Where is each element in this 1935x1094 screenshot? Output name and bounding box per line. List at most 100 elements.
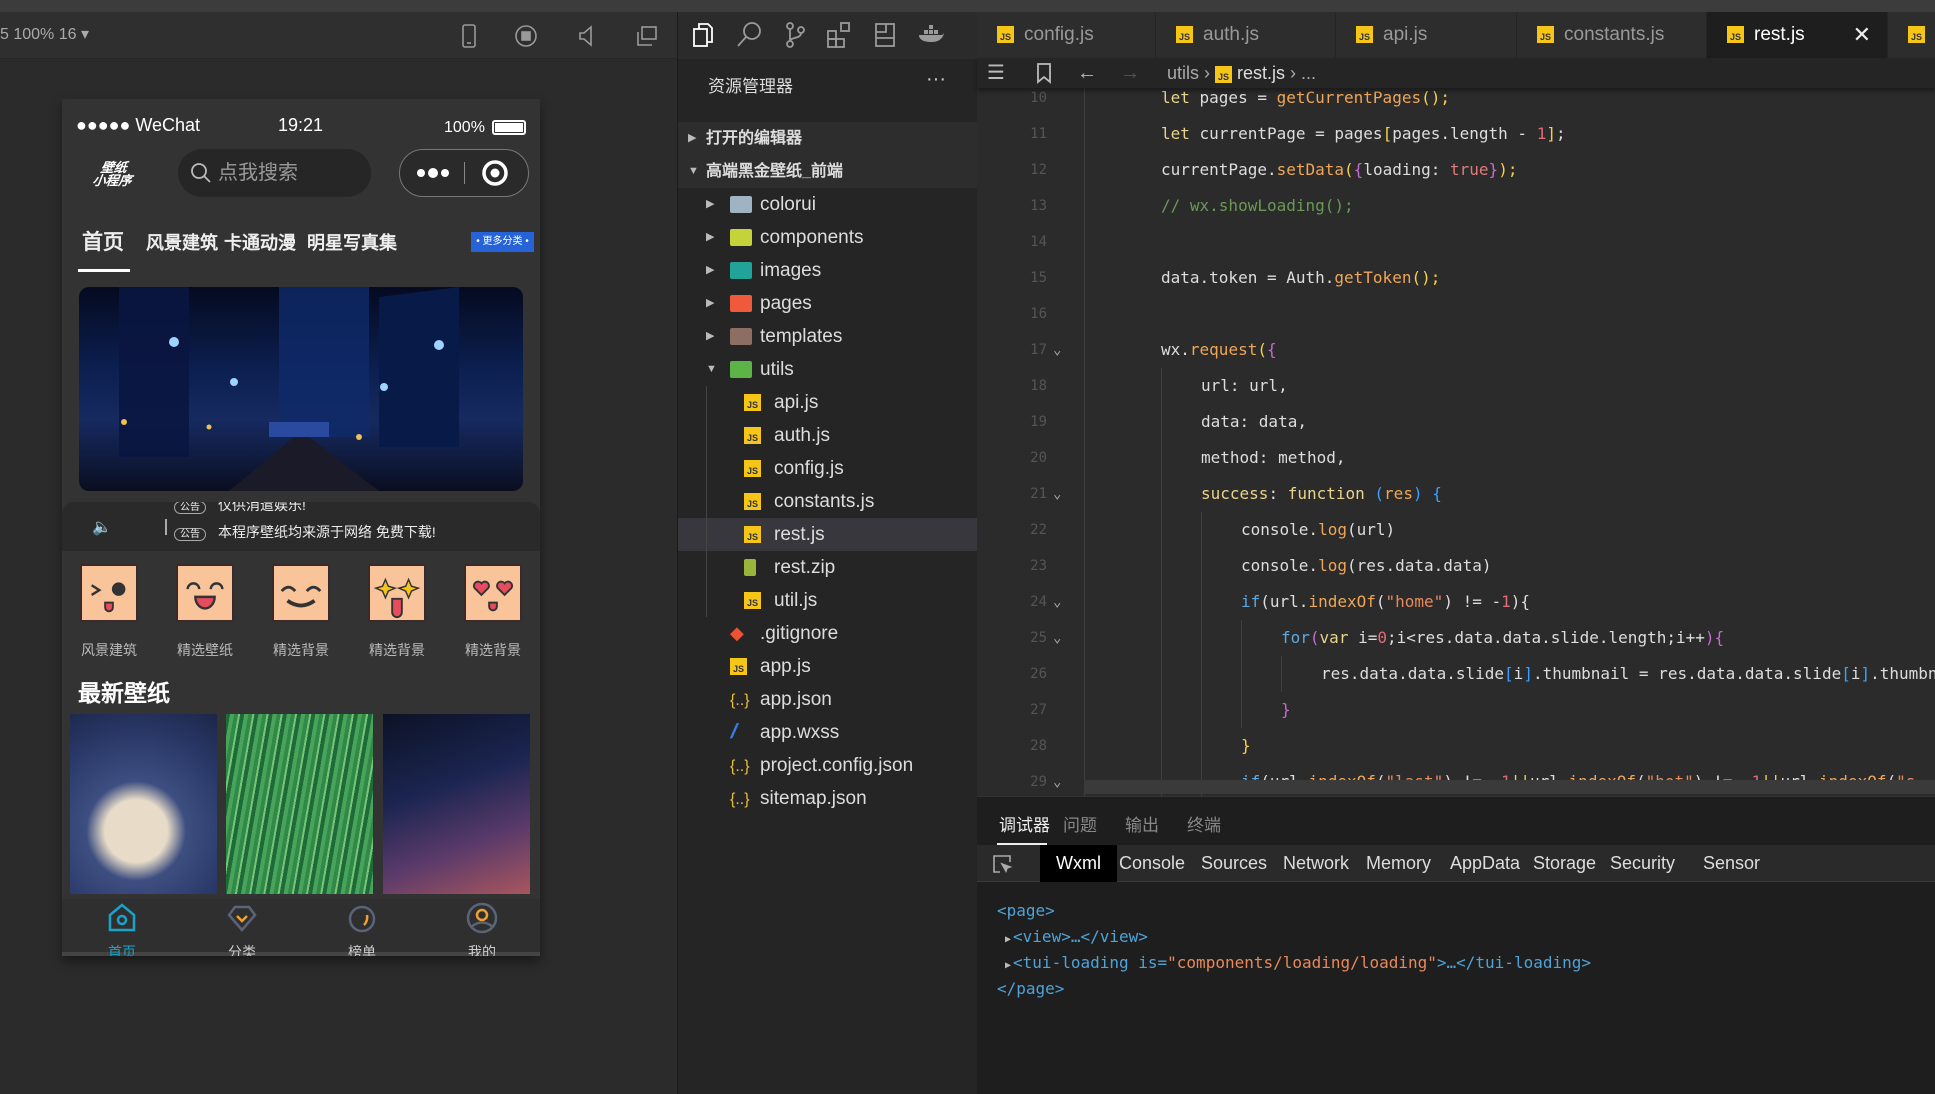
file-item[interactable]: {..} app.json: [678, 683, 978, 716]
file-item[interactable]: Ⳇapp.wxss: [678, 716, 978, 749]
breadcrumb-item[interactable]: utils: [1167, 63, 1199, 83]
folder-item[interactable]: ▼ utils: [678, 353, 978, 386]
code-editor[interactable]: 10 let pages = getCurrentPages(); 11 let cu…: [977, 88, 1935, 796]
editor-tabs: JS config.js JS auth.js JS api.js JS constants.…: [977, 12, 1935, 58]
devtools-tab[interactable]: Security: [1594, 845, 1691, 882]
wallpaper-thumb[interactable]: [70, 714, 217, 894]
docker-icon[interactable]: [916, 20, 946, 50]
fold-chevron-icon[interactable]: ⌄: [1053, 332, 1061, 368]
fold-chevron-icon[interactable]: ⌄: [1053, 764, 1061, 796]
category-item[interactable]: 精选背景: [463, 564, 523, 658]
folder-item[interactable]: ▶ templates: [678, 320, 978, 353]
editor-tab[interactable]: JS: [1888, 12, 1935, 58]
chevron-down-icon: ▼: [688, 165, 699, 177]
explorer-icon[interactable]: [688, 20, 718, 50]
stop-icon[interactable]: [512, 22, 540, 50]
file-item[interactable]: {..} project.config.json: [678, 749, 978, 782]
horizontal-scrollbar[interactable]: [1084, 780, 1935, 794]
explorer-section[interactable]: ▼ 高端黑金壁纸_前端: [678, 155, 978, 188]
file-item[interactable]: JS app.js: [678, 650, 978, 683]
tab-label: auth.js: [1203, 24, 1259, 45]
inspect-element-icon[interactable]: [991, 853, 1013, 880]
tab-fire[interactable]: 榜单: [322, 901, 402, 956]
device-zoom-select[interactable]: 5 100% 16 ▾: [0, 24, 89, 44]
chevron-down-icon: ▼: [706, 363, 717, 375]
category-item[interactable]: 风景建筑: [79, 564, 139, 658]
more-categories-badge[interactable]: • 更多分类 •: [471, 232, 534, 252]
window-icon[interactable]: [632, 22, 660, 50]
notice-bar[interactable]: 🔈 公告 仅供消遣娱乐! 公告 本程序壁纸均来源于网络 免费下载!: [62, 502, 540, 551]
file-item[interactable]: JS api.js: [678, 386, 978, 419]
category-tab[interactable]: 风景建筑: [146, 229, 218, 255]
tab-user[interactable]: 我的: [442, 901, 522, 956]
file-item[interactable]: JS config.js: [678, 452, 978, 485]
search-icon[interactable]: [734, 20, 764, 50]
indent-guide: [1161, 620, 1162, 656]
explorer-more-button[interactable]: ···: [926, 68, 946, 91]
wxml-node[interactable]: ▶ <view>…</view>: [1005, 927, 1148, 946]
item-label: auth.js: [774, 425, 830, 446]
file-item[interactable]: JS constants.js: [678, 485, 978, 518]
forward-arrow-icon[interactable]: →: [1120, 58, 1140, 88]
indent-guide: [1241, 620, 1242, 656]
expand-triangle-icon[interactable]: ▶: [1005, 934, 1011, 945]
fold-chevron-icon[interactable]: ⌄: [1053, 584, 1061, 620]
file-item[interactable]: {..} sitemap.json: [678, 782, 978, 815]
phone-icon[interactable]: [455, 22, 483, 50]
debug-tab[interactable]: 调试器: [999, 811, 1050, 836]
breadcrumb-item[interactable]: rest.js: [1237, 63, 1285, 83]
close-icon[interactable]: ✕: [1853, 12, 1871, 58]
folder-item[interactable]: ▶ colorui: [678, 188, 978, 221]
wxml-node[interactable]: </page>: [997, 979, 1064, 998]
editor-tab[interactable]: JS constants.js: [1517, 12, 1707, 58]
bookmark-icon[interactable]: [1035, 62, 1053, 93]
category-tab[interactable]: 明星写真集: [307, 229, 397, 255]
source-control-icon[interactable]: [780, 20, 810, 50]
file-item[interactable]: rest.zip: [678, 551, 978, 584]
folder-item[interactable]: ▶ images: [678, 254, 978, 287]
editor-tab[interactable]: JS rest.js ✕: [1707, 12, 1888, 58]
code-token: var: [1319, 628, 1359, 647]
debug-tab[interactable]: 问题: [1063, 811, 1097, 836]
editor-tab[interactable]: JS config.js: [977, 12, 1156, 58]
category-item[interactable]: 精选背景: [367, 564, 427, 658]
debug-tab[interactable]: 输出: [1125, 811, 1159, 836]
devtools-tab[interactable]: Sensor: [1687, 845, 1776, 882]
outline-icon[interactable]: ☰: [987, 58, 1005, 88]
chevron-right-icon: ▶: [706, 297, 715, 309]
tab-home[interactable]: 首页: [82, 901, 162, 956]
wxml-node[interactable]: ▶ <tui-loading is="components/loading/loa…: [1005, 953, 1591, 972]
file-item[interactable]: ◆ .gitignore: [678, 617, 978, 650]
extensions-icon[interactable]: [824, 20, 854, 50]
file-item[interactable]: JS util.js: [678, 584, 978, 617]
editor-tab[interactable]: JS auth.js: [1156, 12, 1336, 58]
storage-icon[interactable]: [870, 20, 900, 50]
wallpaper-thumb[interactable]: [226, 714, 373, 894]
file-item[interactable]: JS auth.js: [678, 419, 978, 452]
folder-item[interactable]: ▶ components: [678, 221, 978, 254]
code-line: 22 console.log(url): [977, 512, 1935, 548]
editor-tab[interactable]: JS api.js: [1336, 12, 1517, 58]
file-item[interactable]: JS rest.js: [678, 518, 978, 551]
search-input[interactable]: 点我搜索: [178, 149, 371, 197]
category-tab[interactable]: 首页: [82, 226, 124, 256]
wxml-node[interactable]: <page>: [997, 901, 1055, 920]
volume-icon[interactable]: [572, 22, 600, 50]
back-arrow-icon[interactable]: ←: [1077, 58, 1097, 88]
category-item[interactable]: 精选壁纸: [175, 564, 235, 658]
expand-triangle-icon[interactable]: ▶: [1005, 960, 1011, 971]
folder-item[interactable]: ▶ pages: [678, 287, 978, 320]
explorer-section[interactable]: ▶ 打开的编辑器: [678, 122, 978, 155]
debug-tab[interactable]: 终端: [1187, 811, 1221, 836]
breadcrumb-item[interactable]: ...: [1301, 63, 1316, 83]
banner-image[interactable]: [79, 287, 523, 491]
fold-chevron-icon[interactable]: ⌄: [1053, 476, 1061, 512]
tab-category[interactable]: 分类: [202, 901, 282, 956]
more-dots-button[interactable]: [414, 162, 454, 189]
devtools-tab[interactable]: Memory: [1350, 845, 1447, 882]
close-miniprogram-button[interactable]: [480, 158, 510, 193]
category-tab[interactable]: 卡通动漫: [224, 229, 296, 255]
fold-chevron-icon[interactable]: ⌄: [1053, 620, 1061, 656]
category-item[interactable]: 精选背景: [271, 564, 331, 658]
wallpaper-thumb[interactable]: [383, 714, 530, 894]
